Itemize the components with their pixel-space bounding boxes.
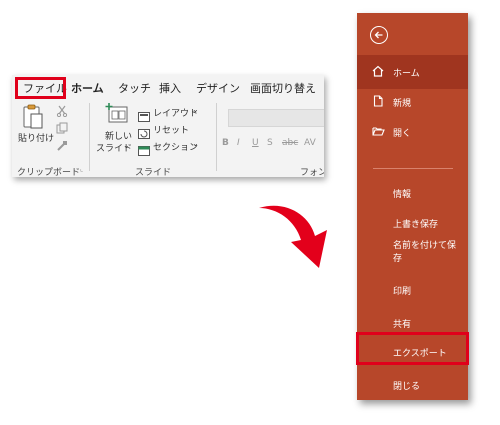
home-icon <box>372 65 384 80</box>
tab-transitions[interactable]: 画面切り替え <box>250 80 316 96</box>
menu-item-label: 共有 <box>393 320 412 330</box>
character-spacing-button[interactable]: AV <box>304 138 316 148</box>
menu-item-print[interactable]: 印刷 <box>357 273 468 307</box>
back-arrow-icon[interactable] <box>370 26 388 44</box>
menu-item-label: 印刷 <box>393 287 412 297</box>
menu-item-open[interactable]: 開く <box>357 115 468 149</box>
italic-button[interactable]: I <box>237 138 240 148</box>
powerpoint-ribbon: ファイル ホーム タッチ 挿入 デザイン 画面切り替え 貼り付け クリップボード… <box>12 75 324 177</box>
chevron-down-icon[interactable]: ⌄ <box>192 105 199 114</box>
open-folder-icon <box>372 125 385 140</box>
shadow-button[interactable]: S <box>267 138 273 148</box>
underline-button[interactable]: U <box>252 138 259 148</box>
menu-item-label: 開く <box>393 129 412 139</box>
slides-group-label: スライド <box>135 168 172 177</box>
chevron-down-icon[interactable]: ⌄ <box>192 139 199 148</box>
chevron-down-icon[interactable]: ⌄ <box>123 141 130 150</box>
menu-item-home[interactable]: ホーム <box>357 55 468 89</box>
curved-arrow-icon <box>255 200 335 279</box>
menu-item-label: 新規 <box>393 99 412 109</box>
menu-item-label: 閉じる <box>393 382 421 392</box>
tab-design[interactable]: デザイン <box>196 80 240 96</box>
menu-item-label: 情報 <box>393 190 412 200</box>
export-highlight <box>356 332 469 365</box>
paste-button[interactable]: 貼り付け <box>18 131 54 144</box>
group-divider <box>216 103 217 171</box>
tab-touch[interactable]: タッチ <box>118 80 151 96</box>
ribbon-groups: 貼り付け クリップボード ⌞ 新しい スライド ⌄ レイアウト ⌄ リセット セ… <box>12 99 324 177</box>
section-icon <box>138 141 150 160</box>
new-document-icon <box>372 95 384 110</box>
dialog-launcher-icon[interactable]: ⌞ <box>80 165 83 173</box>
menu-item-save-as[interactable]: 名前を付けて保存 <box>357 235 468 275</box>
save-as-line1: 名前を付けて保 <box>393 241 457 251</box>
menu-divider <box>373 168 453 169</box>
font-group-label: フォン <box>300 168 324 177</box>
file-tab-highlight <box>15 77 66 99</box>
format-painter-icon[interactable] <box>56 137 68 156</box>
menu-item-new[interactable]: 新規 <box>357 85 468 119</box>
copy-icon[interactable] <box>56 119 70 138</box>
strikethrough-button[interactable]: abc <box>282 138 298 148</box>
group-divider <box>89 103 90 171</box>
menu-item-label: ホーム <box>393 69 420 79</box>
tab-home[interactable]: ホーム <box>71 80 104 101</box>
reset-button[interactable]: リセット <box>153 123 189 136</box>
font-name-field[interactable] <box>228 109 324 127</box>
bold-button[interactable]: B <box>222 138 229 148</box>
clipboard-group-label: クリップボード <box>17 168 81 177</box>
tab-insert[interactable]: 挿入 <box>159 80 181 96</box>
menu-item-label: 名前を付けて保存 <box>393 240 456 266</box>
menu-item-label: 上書き保存 <box>393 220 439 230</box>
save-as-line2: 存 <box>393 254 403 264</box>
paste-icon[interactable] <box>22 104 44 134</box>
new-slide-icon[interactable] <box>105 103 129 129</box>
menu-item-info[interactable]: 情報 <box>357 176 468 210</box>
menu-item-close[interactable]: 閉じる <box>357 368 468 400</box>
